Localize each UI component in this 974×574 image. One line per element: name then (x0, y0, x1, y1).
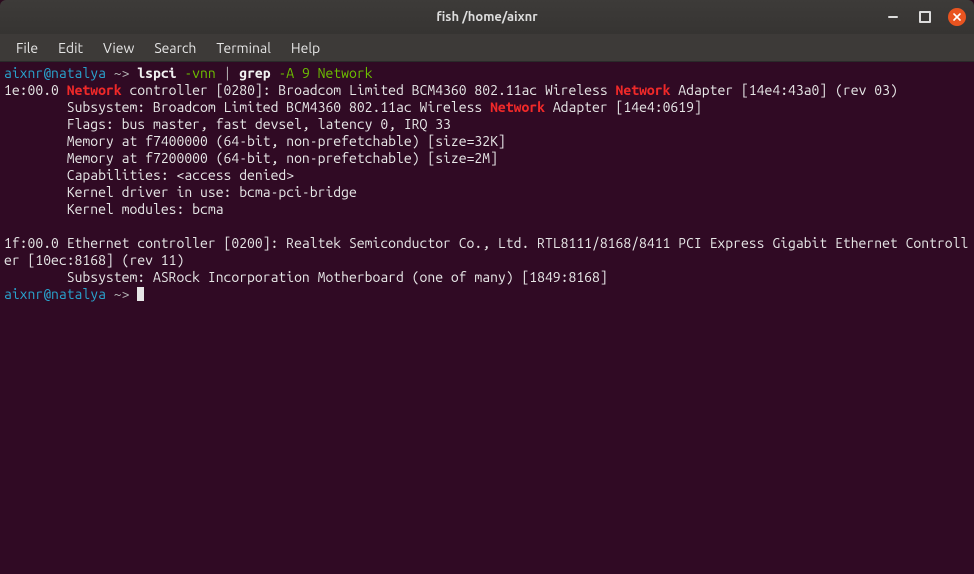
terminal-content[interactable]: aixnr@natalya ~> lspci -vnn | grep -A 9 … (0, 62, 974, 574)
menu-help[interactable]: Help (281, 36, 330, 60)
menu-search[interactable]: Search (144, 36, 206, 60)
output-line-4: Memory at f7400000 (64-bit, non-prefetch… (4, 133, 970, 150)
menu-terminal[interactable]: Terminal (206, 36, 281, 60)
output-line-6: Capabilities: <access denied> (4, 167, 970, 184)
output-line-2: Subsystem: Broadcom Limited BCM4360 802.… (4, 99, 970, 116)
menu-view[interactable]: View (93, 36, 144, 60)
match-network: Network (67, 82, 122, 98)
menu-file[interactable]: File (6, 36, 48, 60)
cmd-flag-vnn: -vnn (177, 65, 216, 81)
maximize-button[interactable] (916, 8, 934, 26)
output-line-8: Kernel modules: bcma (4, 201, 970, 218)
prompt-line-2: aixnr@natalya ~> (4, 286, 970, 303)
output-line-1: 1e:00.0 Network controller [0280]: Broad… (4, 82, 970, 99)
cmd-lspci: lspci (137, 65, 176, 81)
prompt-arrow: ~> (106, 65, 137, 81)
prompt-arrow: ~> (106, 286, 137, 302)
output-line-9: 1f:00.0 Ethernet controller [0200]: Real… (4, 235, 970, 269)
output-line-10: Subsystem: ASRock Incorporation Motherbo… (4, 269, 970, 286)
prompt-userhost: aixnr@natalya (4, 65, 106, 81)
minimize-button[interactable] (884, 8, 902, 26)
window-controls (884, 8, 966, 26)
cursor (137, 287, 144, 301)
output-blank (4, 218, 970, 235)
output-line-5: Memory at f7200000 (64-bit, non-prefetch… (4, 150, 970, 167)
match-network: Network (616, 82, 671, 98)
menu-edit[interactable]: Edit (48, 36, 93, 60)
prompt-userhost: aixnr@natalya (4, 286, 106, 302)
cmd-grep: grep (239, 65, 270, 81)
output-line-3: Flags: bus master, fast devsel, latency … (4, 116, 970, 133)
close-button[interactable] (948, 8, 966, 26)
prompt-line: aixnr@natalya ~> lspci -vnn | grep -A 9 … (4, 65, 970, 82)
cmd-pipe: | (216, 65, 240, 81)
menubar: File Edit View Search Terminal Help (0, 34, 974, 62)
terminal-window: fish /home/aixnr File Edit View Search T… (0, 0, 974, 574)
titlebar[interactable]: fish /home/aixnr (0, 0, 974, 34)
window-title: fish /home/aixnr (436, 10, 537, 24)
match-network: Network (490, 99, 545, 115)
cmd-flag-a9: -A 9 Network (271, 65, 373, 81)
output-line-7: Kernel driver in use: bcma-pci-bridge (4, 184, 970, 201)
